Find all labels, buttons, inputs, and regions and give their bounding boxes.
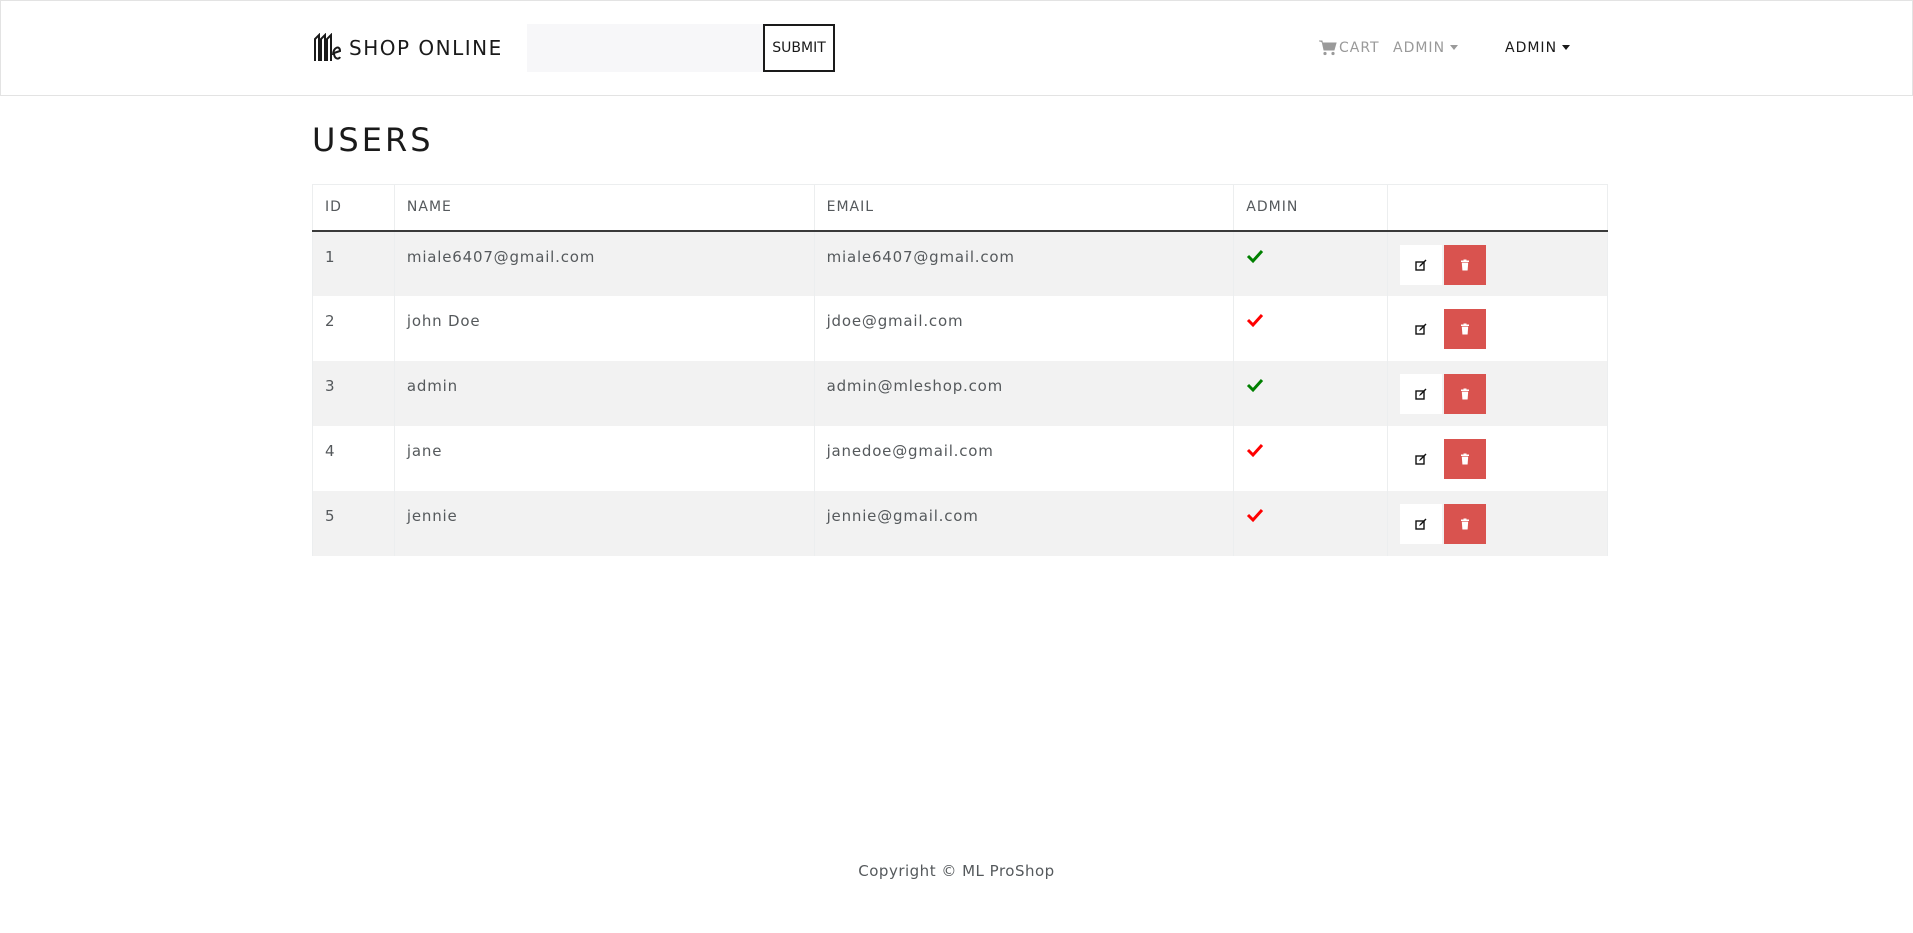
edit-user-button[interactable] [1400,438,1443,479]
cell-admin [1233,295,1389,361]
page-title: USERS [312,121,434,159]
user-menu-dropdown[interactable]: ADMIN [1505,37,1571,59]
cell-name: jennie [393,490,815,556]
edit-icon [1415,323,1427,335]
cell-id: 5 [312,490,395,556]
delete-user-button[interactable] [1444,438,1487,479]
trash-icon [1461,259,1470,270]
cell-admin [1233,230,1389,296]
delete-user-button[interactable] [1444,308,1487,349]
brand-link[interactable]: SHOP ONLINE [313,33,503,63]
table-row: 5 jennie jennie@gmail.com [312,490,1608,556]
cell-email: janedoe@gmail.com [813,425,1235,491]
caret-down-icon [1562,44,1571,50]
column-header-id: ID [312,184,395,232]
row-actions [1400,244,1595,285]
footer-copyright: Copyright © ML ProShop [858,862,1055,880]
table-row: 2 john Doe jdoe@gmail.com [312,295,1608,361]
cell-email: jennie@gmail.com [813,490,1235,556]
table-row: 3 admin admin@mleshop.com [312,360,1608,426]
admin-menu-label: ADMIN [1393,40,1446,56]
check-icon-admin [1247,378,1264,392]
check-icon-not-admin [1247,443,1264,457]
cell-id: 3 [312,360,395,426]
cell-email: miale6407@gmail.com [813,230,1235,296]
row-actions [1400,308,1595,349]
check-icon-not-admin [1247,508,1264,522]
trash-icon [1461,518,1470,529]
cell-actions [1387,490,1608,556]
column-header-email: EMAIL [813,184,1235,232]
table-row: 1 miale6407@gmail.com miale6407@gmail.com [312,230,1608,296]
cell-actions [1387,425,1608,491]
column-header-actions [1387,184,1608,232]
trash-icon [1461,388,1470,399]
cell-name: jane [393,425,815,491]
table-row: 4 jane janedoe@gmail.com [312,425,1608,491]
column-header-name: NAME [393,184,815,232]
cell-id: 1 [312,230,395,296]
cell-name: miale6407@gmail.com [393,230,815,296]
row-actions [1400,438,1595,479]
cell-name: john Doe [393,295,815,361]
cell-id: 4 [312,425,395,491]
trash-icon [1461,453,1470,464]
cell-email: jdoe@gmail.com [813,295,1235,361]
row-actions [1400,373,1595,414]
users-table: ID NAME EMAIL ADMIN 1 miale6407@gmail.com… [312,184,1608,556]
edit-icon [1415,518,1427,530]
column-header-admin: ADMIN [1233,184,1389,232]
brand-text: SHOP ONLINE [349,36,503,60]
edit-user-button[interactable] [1400,308,1443,349]
edit-user-button[interactable] [1400,373,1443,414]
cell-id: 2 [312,295,395,361]
cell-email: admin@mleshop.com [813,360,1235,426]
cell-name: admin [393,360,815,426]
edit-user-button[interactable] [1400,503,1443,544]
edit-icon [1415,388,1427,400]
edit-user-button[interactable] [1400,244,1443,285]
delete-user-button[interactable] [1444,373,1487,414]
brand-logo-icon [314,33,341,61]
search-submit-button[interactable]: SUBMIT [763,24,835,72]
check-icon-admin [1247,249,1264,263]
cart-icon [1319,40,1337,56]
caret-down-icon [1450,44,1459,50]
row-actions [1400,503,1595,544]
search-input[interactable] [527,24,763,72]
check-icon-not-admin [1247,313,1264,327]
cell-admin [1233,360,1389,426]
navbar: SHOP ONLINE SUBMIT CART ADMIN ADMIN [0,0,1913,96]
trash-icon [1461,323,1470,334]
cell-actions [1387,295,1608,361]
delete-user-button[interactable] [1444,244,1487,285]
cell-actions [1387,230,1608,296]
cell-actions [1387,360,1608,426]
table-header-row: ID NAME EMAIL ADMIN [312,184,1608,232]
cell-admin [1233,490,1389,556]
edit-icon [1415,259,1427,271]
admin-menu-dropdown[interactable]: ADMIN [1393,37,1459,59]
edit-icon [1415,453,1427,465]
cart-label: CART [1339,40,1380,56]
cell-admin [1233,425,1389,491]
delete-user-button[interactable] [1444,503,1487,544]
user-menu-label: ADMIN [1505,40,1558,56]
cart-link[interactable]: CART [1319,37,1380,59]
